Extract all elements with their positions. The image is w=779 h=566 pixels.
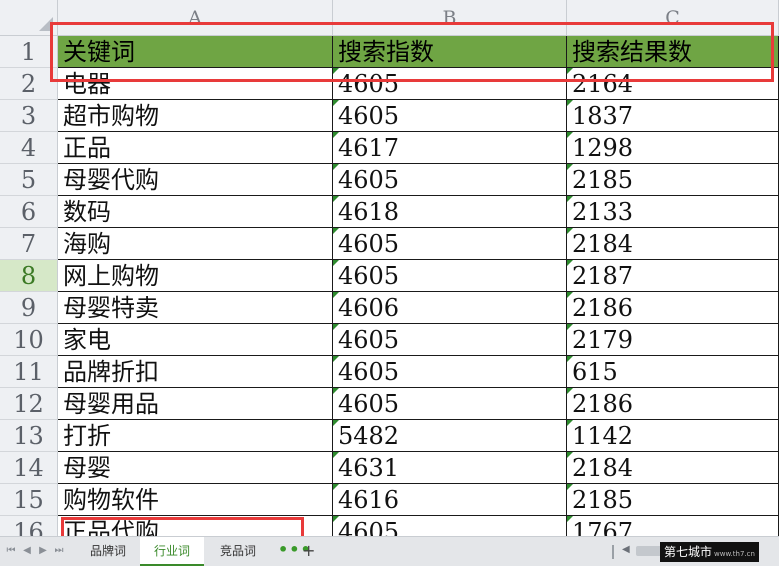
column-header-row: A B C: [0, 0, 779, 36]
cell-a[interactable]: 母婴代购: [58, 164, 333, 196]
row-header[interactable]: 9: [0, 292, 58, 324]
cell-c[interactable]: 2187: [567, 260, 779, 292]
cell-b[interactable]: 4605: [333, 164, 567, 196]
scroll-divider[interactable]: [612, 545, 614, 559]
cell-b[interactable]: 4605: [333, 356, 567, 388]
cell-a[interactable]: 正品代购: [58, 516, 333, 536]
row-header[interactable]: 12: [0, 388, 58, 420]
row-header[interactable]: 6: [0, 196, 58, 228]
cell-c[interactable]: 2179: [567, 324, 779, 356]
cell-a[interactable]: 网上购物: [58, 260, 333, 292]
sheet-tab-industry[interactable]: 行业词: [140, 537, 204, 566]
cell-b[interactable]: 4605: [333, 68, 567, 100]
row-header[interactable]: 1: [0, 36, 58, 68]
row-header[interactable]: 5: [0, 164, 58, 196]
cell-b[interactable]: 4605: [333, 516, 567, 536]
cell-b[interactable]: 5482: [333, 420, 567, 452]
next-sheet-icon[interactable]: ▶: [38, 545, 48, 557]
cell-b[interactable]: 4605: [333, 228, 567, 260]
cell-b[interactable]: 4618: [333, 196, 567, 228]
row-header[interactable]: 13: [0, 420, 58, 452]
cell-a[interactable]: 母婴用品: [58, 388, 333, 420]
row-header[interactable]: 3: [0, 100, 58, 132]
sheet-tab-bar: ⏮ ◀ ▶ ⏭ 品牌词 行业词 竞品词 ••• + ◀ 第七城市 www.th7.…: [0, 536, 779, 566]
cell-b[interactable]: 4617: [333, 132, 567, 164]
row-header[interactable]: 11: [0, 356, 58, 388]
cell-a[interactable]: 母婴特卖: [58, 292, 333, 324]
cell-a[interactable]: 家电: [58, 324, 333, 356]
row-header[interactable]: 16: [0, 516, 58, 536]
cell-a[interactable]: 海购: [58, 228, 333, 260]
cell-c[interactable]: 2185: [567, 484, 779, 516]
cell-c[interactable]: 2186: [567, 388, 779, 420]
cell-a[interactable]: 品牌折扣: [58, 356, 333, 388]
row-header[interactable]: 10: [0, 324, 58, 356]
cell-c[interactable]: 2186: [567, 292, 779, 324]
row-header[interactable]: 14: [0, 452, 58, 484]
cell-c[interactable]: 2184: [567, 228, 779, 260]
cell-c[interactable]: 2164: [567, 68, 779, 100]
corner-triangle-icon: [39, 17, 53, 31]
cell-a[interactable]: 正品: [58, 132, 333, 164]
cell-c[interactable]: 1837: [567, 100, 779, 132]
cell-b[interactable]: 4606: [333, 292, 567, 324]
cell-c[interactable]: 2184: [567, 452, 779, 484]
cell-a[interactable]: 电器: [58, 68, 333, 100]
spreadsheet-grid: A B C 1 关键词 搜索指数 搜索结果数 2 电器 4605 2164 3 超市购物 4605 1…: [0, 0, 779, 536]
prev-sheet-icon[interactable]: ◀: [22, 545, 32, 557]
header-cell-a[interactable]: 关键词: [58, 36, 333, 68]
cell-a[interactable]: 购物软件: [58, 484, 333, 516]
cell-b[interactable]: 4605: [333, 388, 567, 420]
sheet-tab-brand[interactable]: 品牌词: [76, 537, 140, 566]
cell-c[interactable]: 1142: [567, 420, 779, 452]
column-header-c[interactable]: C: [567, 0, 779, 36]
cell-c[interactable]: 2133: [567, 196, 779, 228]
cell-c[interactable]: 1767: [567, 516, 779, 536]
column-header-b[interactable]: B: [333, 0, 567, 36]
cell-a[interactable]: 打折: [58, 420, 333, 452]
last-sheet-icon[interactable]: ⏭: [54, 545, 64, 557]
header-cell-c[interactable]: 搜索结果数: [567, 36, 779, 68]
row-header[interactable]: 15: [0, 484, 58, 516]
cell-b[interactable]: 4616: [333, 484, 567, 516]
cell-b[interactable]: 4605: [333, 100, 567, 132]
row-header[interactable]: 2: [0, 68, 58, 100]
select-all-corner[interactable]: [0, 0, 58, 36]
cell-b[interactable]: 4605: [333, 324, 567, 356]
header-cell-b[interactable]: 搜索指数: [333, 36, 567, 68]
cell-c[interactable]: 1298: [567, 132, 779, 164]
cell-a[interactable]: 数码: [58, 196, 333, 228]
cell-a[interactable]: 超市购物: [58, 100, 333, 132]
column-header-a[interactable]: A: [58, 0, 333, 36]
cell-b[interactable]: 4605: [333, 260, 567, 292]
scroll-left-icon[interactable]: ◀: [622, 544, 630, 555]
row-header[interactable]: 7: [0, 228, 58, 260]
row-header[interactable]: 8: [0, 260, 58, 292]
cell-a[interactable]: 母婴: [58, 452, 333, 484]
add-sheet-button[interactable]: +: [302, 537, 315, 566]
cell-c[interactable]: 615: [567, 356, 779, 388]
watermark-logo: 第七城市 www.th7.cn: [660, 542, 759, 562]
cell-c[interactable]: 2185: [567, 164, 779, 196]
sheet-tab-competitor[interactable]: 竞品词: [204, 537, 272, 566]
first-sheet-icon[interactable]: ⏮: [6, 545, 16, 557]
cell-b[interactable]: 4631: [333, 452, 567, 484]
row-header[interactable]: 4: [0, 132, 58, 164]
